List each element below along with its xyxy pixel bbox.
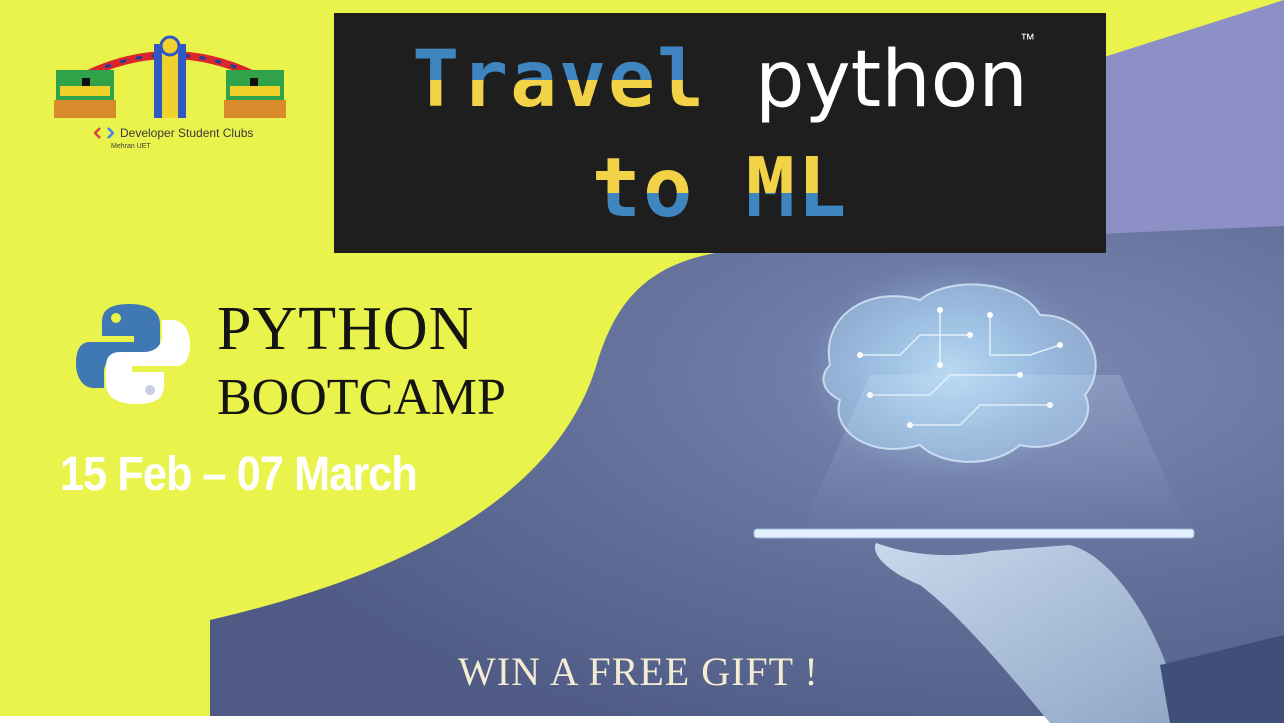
university-gate-icon xyxy=(54,35,286,118)
title-line-1: Travel python xyxy=(334,35,1106,125)
title-banner: Travel python ™ to ML xyxy=(334,13,1106,253)
heading-bootcamp: BOOTCAMP xyxy=(217,369,506,426)
club-subtitle: Mehran UET xyxy=(111,143,151,150)
event-dates: 15 Feb – 07 March xyxy=(60,448,418,501)
title-word-travel: Travel xyxy=(412,35,706,125)
club-badge: Developer Student Clubs xyxy=(94,126,253,140)
club-name: Developer Student Clubs xyxy=(120,126,254,140)
title-word-python: python xyxy=(754,35,1028,125)
title-line-2: to ML xyxy=(334,141,1106,236)
promo-text: WIN A FREE GIFT ! xyxy=(458,649,819,694)
heading-python: PYTHON xyxy=(217,295,475,363)
trademark-mark: ™ xyxy=(1020,31,1035,48)
code-brackets-icon xyxy=(94,127,114,139)
poster: Developer Student Clubs Mehran UET Trave… xyxy=(0,0,1284,723)
python-logo-icon xyxy=(76,304,190,404)
title-to-ml: to ML xyxy=(591,141,849,236)
hand-holding-tablet-icon xyxy=(753,528,1284,723)
